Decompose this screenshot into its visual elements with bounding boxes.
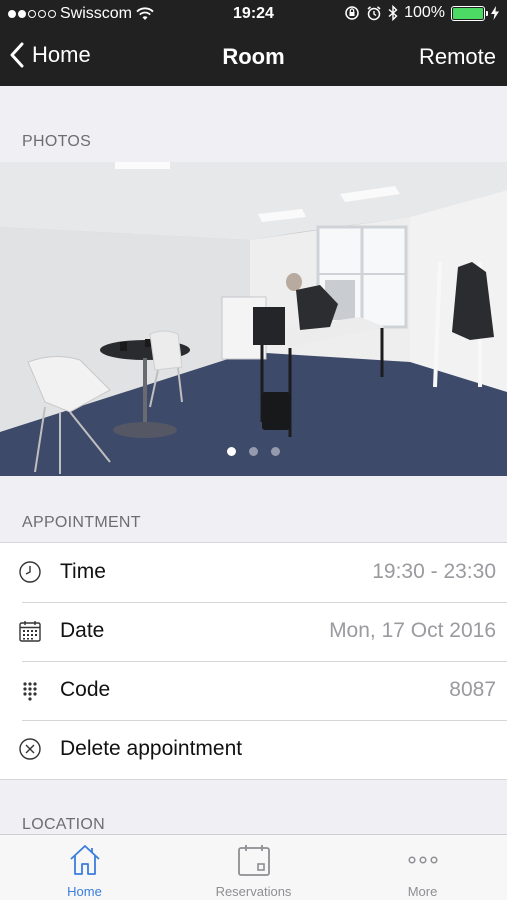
tab-more[interactable]: More — [338, 835, 507, 900]
tab-home[interactable]: Home — [0, 835, 169, 900]
rotation-lock-icon — [345, 6, 359, 20]
bluetooth-icon — [388, 5, 398, 21]
page-dot — [249, 447, 258, 456]
tab-reservations[interactable]: Reservations — [169, 835, 338, 900]
tab-home-label: Home — [67, 884, 102, 899]
status-bar: Swisscom 19:24 100% — [0, 0, 507, 30]
room-photo-carousel[interactable] — [0, 162, 507, 476]
navigation-bar: Home Room Remote — [0, 30, 507, 86]
time-label: Time — [60, 560, 106, 583]
date-row[interactable]: Date Mon, 17 Oct 2016 — [0, 602, 507, 661]
delete-appointment-label: Delete appointment — [60, 737, 243, 760]
code-label: Code — [60, 678, 111, 701]
status-right: 100% — [344, 4, 499, 22]
battery-icon — [451, 5, 488, 21]
date-value: Mon, 17 Oct 2016 — [329, 619, 496, 642]
photos-section-header: PHOTOS — [22, 133, 92, 150]
room-photo — [0, 162, 507, 476]
top-bar: Swisscom 19:24 100% Home Room Remote — [0, 0, 507, 86]
tab-more-label: More — [407, 884, 438, 899]
calendar-icon — [19, 621, 41, 642]
battery-percent: 100% — [404, 4, 445, 21]
delete-circle-x-icon — [19, 738, 41, 760]
code-value: 8087 — [449, 678, 496, 701]
delete-appointment-row[interactable]: Delete appointment — [0, 720, 507, 779]
tab-bar: Home Reservations More — [0, 834, 507, 900]
alarm-icon — [367, 6, 381, 21]
clock-icon — [19, 561, 41, 583]
location-section-header: LOCATION — [22, 816, 106, 833]
carousel-page-indicator[interactable] — [0, 447, 507, 456]
code-row[interactable]: Code 8087 — [0, 661, 507, 720]
time-value: 19:30 - 23:30 — [372, 560, 496, 583]
time-row[interactable]: Time 19:30 - 23:30 — [0, 543, 507, 602]
more-dots-icon — [407, 856, 438, 864]
calendar-icon — [237, 845, 270, 876]
page-dot — [271, 447, 280, 456]
date-label: Date — [60, 619, 105, 642]
remote-button[interactable]: Remote — [419, 44, 496, 70]
house-icon — [69, 845, 100, 875]
keypad-icon — [23, 682, 37, 701]
tab-reservations-label: Reservations — [215, 884, 292, 899]
appointment-list: Time 19:30 - 23:30 Date Mon, 17 Oct 2016 — [0, 542, 507, 780]
charging-bolt-icon — [491, 6, 499, 20]
page-dot-active — [227, 447, 236, 456]
appointment-section-header: APPOINTMENT — [22, 514, 141, 531]
